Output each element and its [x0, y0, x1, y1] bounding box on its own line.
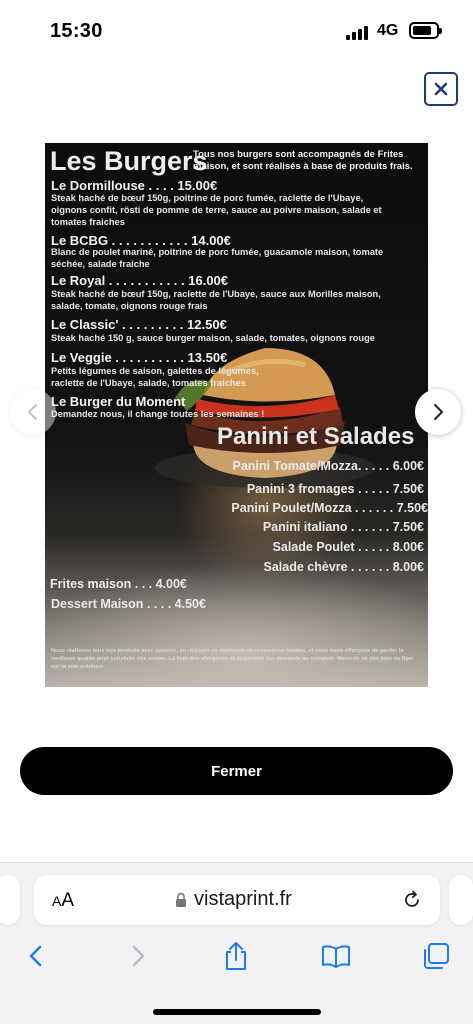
- forward-icon: [132, 945, 145, 967]
- panini-item: Panini 3 fromages . . . . . 7.50€: [246, 482, 424, 496]
- burger-name: Le Burger du Moment: [51, 394, 186, 409]
- close-button[interactable]: [424, 72, 458, 106]
- burger-name: Le Royal . . . . . . . . . . . 16.00€: [51, 273, 229, 288]
- burger-desc: Steak haché de bœuf 150g, poitrine de po…: [51, 193, 382, 227]
- address-bar[interactable]: AA vistaprint.fr: [34, 875, 440, 925]
- panini-item: Salade chèvre . . . . . . 8.00€: [263, 560, 424, 574]
- reload-icon[interactable]: [402, 890, 422, 910]
- next-tab-peek[interactable]: [449, 875, 473, 925]
- share-button[interactable]: [221, 941, 251, 971]
- menu-intro: Tous nos burgers sont accompagnés de Fri…: [193, 149, 413, 172]
- back-button[interactable]: [21, 941, 51, 971]
- forward-button[interactable]: [123, 941, 153, 971]
- battery-icon: [409, 22, 442, 39]
- previous-tab-peek[interactable]: [0, 875, 20, 925]
- menu-image: Les Burgers Tous nos burgers sont accomp…: [45, 143, 428, 687]
- next-image-button[interactable]: [415, 389, 461, 435]
- burger-desc: Steak haché de bœuf 150g, raclette de l'…: [51, 289, 381, 311]
- tabs-button[interactable]: [421, 941, 451, 971]
- tabs-icon: [424, 943, 449, 969]
- burger-desc: Steak haché 150 g, sauce burger maison, …: [51, 333, 375, 343]
- burger-desc: Petits légumes de saison, galettes de lé…: [51, 366, 259, 388]
- panini-item: Panini Poulet/Mozza . . . . . . 7.50€: [231, 501, 428, 515]
- panini-item: Salade Poulet . . . . . 8.00€: [272, 540, 424, 554]
- fermer-button[interactable]: Fermer: [20, 747, 453, 795]
- panini-item: Panini Tomate/Mozza. . . . . 6.00€: [232, 459, 425, 473]
- network-label: 4G: [377, 22, 399, 39]
- extra-item: Frites maison . . . 4.00€: [50, 577, 187, 591]
- chevron-left-icon: [28, 404, 37, 420]
- close-icon: [434, 82, 448, 96]
- previous-image-button[interactable]: [10, 389, 56, 435]
- status-time: 15:30: [50, 20, 103, 42]
- panini-item: Panini italiano . . . . . . 7.50€: [262, 520, 424, 534]
- browser-toolbar: AA vistaprint.fr: [0, 862, 473, 1024]
- menu-footer-note: Nous réalisons tous nos produits avec pa…: [51, 648, 414, 670]
- burger-desc: Blanc de poulet mariné, poitrine de porc…: [51, 247, 384, 269]
- home-indicator: [153, 1009, 321, 1015]
- menu-title: Les Burgers: [50, 146, 208, 176]
- extra-item: Dessert Maison . . . . 4.50€: [51, 597, 206, 611]
- back-icon: [29, 945, 42, 967]
- status-bar: 15:30 4G: [0, 0, 473, 60]
- burger-name: Le Dormillouse . . . . 15.00€: [51, 178, 218, 193]
- burger-name: Le Veggie . . . . . . . . . . 13.50€: [51, 350, 228, 365]
- bookmarks-icon: [322, 945, 350, 968]
- burger-desc: Demandez nous, il change toutes les sema…: [51, 409, 265, 419]
- text-size-button[interactable]: AA: [52, 890, 74, 912]
- page: 15:30 4G Les Burgers Tous nos burgers so…: [0, 0, 473, 1024]
- url-text[interactable]: vistaprint.fr: [194, 888, 292, 911]
- chevron-right-icon: [434, 404, 443, 420]
- signal-icon: [346, 24, 370, 40]
- panini-title: Panini et Salades: [217, 423, 415, 450]
- bookmarks-button[interactable]: [321, 941, 351, 971]
- burger-name: Le Classic' . . . . . . . . . 12.50€: [51, 317, 227, 332]
- lock-icon: [176, 892, 186, 907]
- share-icon: [226, 942, 246, 970]
